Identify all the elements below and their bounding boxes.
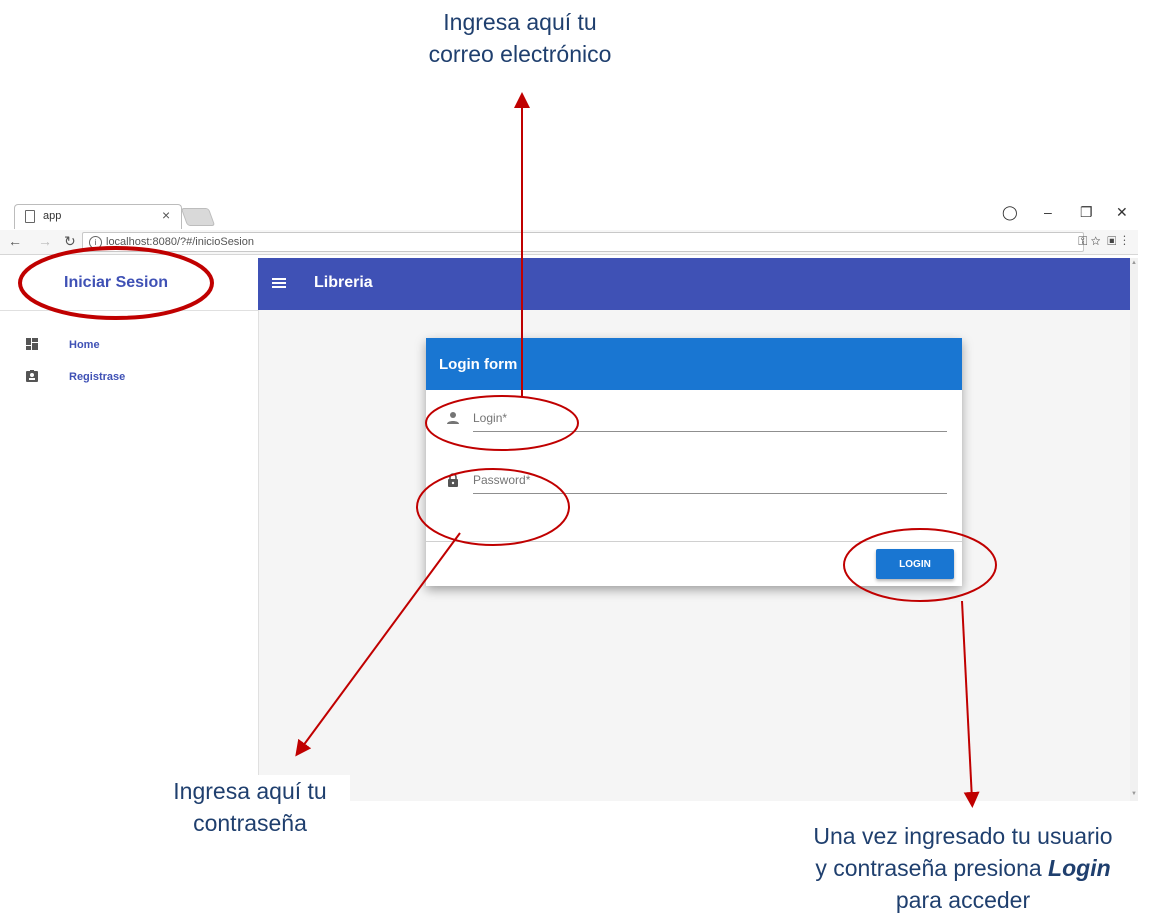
password-annotation-line1: Ingresa aquí tu xyxy=(173,778,327,804)
sidebar-item-home[interactable]: Home xyxy=(0,332,258,360)
toolbar-title: Libreria xyxy=(314,274,373,291)
dashboard-icon xyxy=(26,338,38,350)
forward-icon[interactable]: → xyxy=(38,233,52,249)
login-annotation-line1: Una vez ingresado tu usuario xyxy=(813,823,1113,849)
url-text: localhost:8080/?#/inicioSesion xyxy=(106,236,254,248)
minimize-icon[interactable]: – xyxy=(1044,204,1052,220)
login-annotation-line2: y contraseña presiona Login xyxy=(760,852,1166,884)
login-button[interactable]: LOGIN xyxy=(876,549,954,579)
address-bar-row: ← → ↻ i localhost:8080/?#/inicioSesion ⚿ … xyxy=(0,230,1138,255)
app-root: Iniciar Sesion Home Registrase Libreria … xyxy=(0,258,1130,801)
scroll-up-icon[interactable]: ▲ xyxy=(1131,260,1137,266)
contact-badge-icon xyxy=(26,370,38,382)
page-icon xyxy=(25,210,35,223)
email-annotation-line1: Ingresa aquí tu xyxy=(443,9,597,35)
sidebar-item-registrase[interactable]: Registrase xyxy=(0,364,258,392)
url-field[interactable]: i localhost:8080/?#/inicioSesion xyxy=(82,232,1084,252)
login-annotation-bold: Login xyxy=(1048,855,1111,881)
restore-icon[interactable]: ❐ xyxy=(1080,204,1093,221)
login-annotation-line2-text: y contraseña presiona xyxy=(815,855,1049,881)
info-icon: i xyxy=(89,235,102,249)
app-toolbar: Libreria xyxy=(258,258,1130,310)
email-annotation-line2: correo electrónico xyxy=(428,41,612,67)
login-form-header: Login form xyxy=(426,338,962,390)
password-input[interactable] xyxy=(473,467,947,494)
login-field xyxy=(446,399,948,433)
close-window-icon[interactable]: ✕ xyxy=(1116,204,1128,221)
tab-title: app xyxy=(43,210,62,222)
email-annotation: Ingresa aquí tu correo electrónico xyxy=(380,6,660,70)
reload-icon[interactable]: ↻ xyxy=(64,233,76,250)
sidebar-header: Iniciar Sesion xyxy=(0,258,258,311)
lock-icon xyxy=(448,473,458,487)
sidebar-item-label: Home xyxy=(69,339,100,351)
sidebar: Iniciar Sesion Home Registrase xyxy=(0,258,259,801)
login-annotation: Una vez ingresado tu usuario y contraseñ… xyxy=(760,820,1166,916)
browser-tab[interactable]: app × xyxy=(14,204,182,229)
login-input[interactable] xyxy=(473,405,947,432)
back-icon[interactable]: ← xyxy=(8,233,22,249)
login-form-card: Login form LOGIN xyxy=(426,338,962,586)
bookmark-star-icon[interactable]: ⚿ ☆ ▣ ⋮ xyxy=(1078,234,1126,249)
login-annotation-line3: para acceder xyxy=(895,887,1031,913)
sidebar-title[interactable]: Iniciar Sesion xyxy=(64,274,168,292)
profile-icon[interactable]: ◯ xyxy=(1002,204,1018,221)
new-tab-button[interactable] xyxy=(180,208,216,226)
tab-close-icon[interactable]: × xyxy=(162,207,170,223)
tab-bar: app × ◯ – ❐ ✕ xyxy=(0,196,1138,230)
hamburger-menu-icon[interactable] xyxy=(272,278,286,288)
card-divider xyxy=(426,541,962,542)
browser-window: app × ◯ – ❐ ✕ ← → ↻ i localhost:8080/?#/i… xyxy=(0,196,1138,801)
sidebar-item-label: Registrase xyxy=(69,371,126,383)
person-icon xyxy=(447,412,459,424)
page-scrollbar[interactable]: ▲ ▼ xyxy=(1130,258,1138,801)
password-annotation-line2: contraseña xyxy=(193,810,307,836)
login-form-title: Login form xyxy=(439,356,518,373)
password-annotation: Ingresa aquí tu contraseña xyxy=(150,775,350,839)
scroll-down-icon[interactable]: ▼ xyxy=(1131,791,1137,797)
password-field xyxy=(446,461,948,495)
